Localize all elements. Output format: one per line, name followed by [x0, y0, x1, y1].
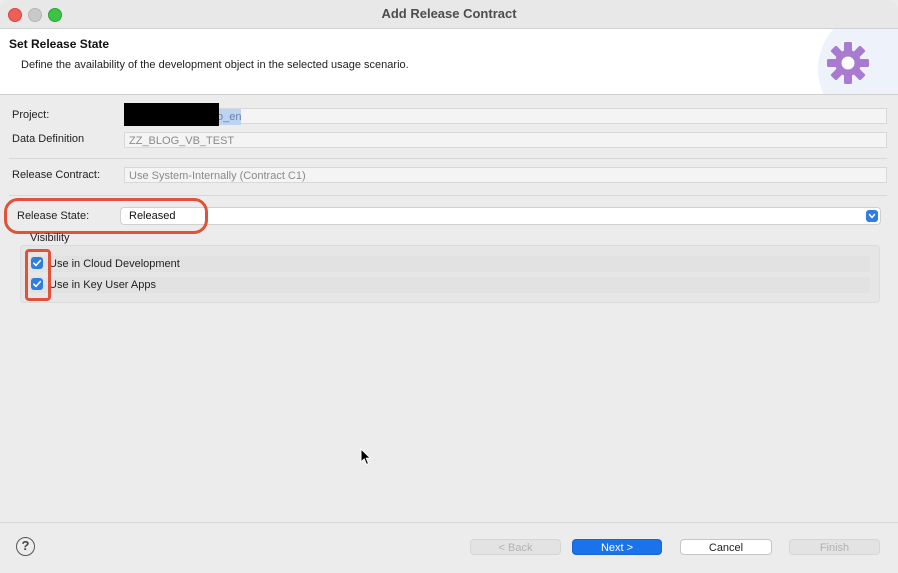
cancel-button[interactable]: Cancel: [680, 539, 772, 555]
highlight-annotation: [4, 198, 208, 234]
release-contract-field: Use System-Internally (Contract C1): [124, 167, 887, 183]
cloud-development-label[interactable]: Use in Cloud Development: [49, 258, 180, 270]
visibility-label: Visibility: [30, 232, 70, 244]
window-title: Add Release Contract: [381, 6, 517, 21]
project-field: o_en: [124, 108, 887, 125]
separator: [9, 158, 887, 159]
next-button[interactable]: Next >: [572, 539, 662, 555]
footer-separator: [0, 522, 898, 523]
release-contract-label: Release Contract:: [12, 169, 101, 181]
project-label: Project:: [12, 109, 50, 121]
data-definition-field: ZZ_BLOG_VB_TEST: [124, 132, 887, 148]
page-title: Set Release State: [9, 37, 110, 51]
visibility-group: [20, 245, 880, 303]
redacted-area: [124, 103, 219, 126]
title-bar: Add Release Contract: [0, 0, 898, 29]
separator: [9, 195, 887, 196]
project-value: o_en: [217, 109, 242, 125]
mouse-pointer-icon: [360, 448, 372, 466]
key-user-apps-label[interactable]: Use in Key User Apps: [49, 279, 156, 291]
page-description: Define the availability of the developme…: [21, 59, 409, 71]
back-button[interactable]: < Back: [470, 539, 561, 555]
dialog-window: Add Release Contract Set Release State D…: [0, 0, 898, 573]
release-state-select[interactable]: Released: [120, 207, 881, 225]
data-definition-label: Data Definition: [12, 133, 85, 145]
checkbox-highlight-annotation: [25, 249, 51, 301]
key-user-apps-row: [30, 277, 870, 293]
finish-button[interactable]: Finish: [789, 539, 880, 555]
chevron-down-icon[interactable]: [866, 210, 878, 222]
wizard-header: Set Release State Define the availabilit…: [0, 29, 898, 95]
gear-icon: [827, 42, 869, 84]
help-icon[interactable]: ?: [16, 537, 35, 556]
